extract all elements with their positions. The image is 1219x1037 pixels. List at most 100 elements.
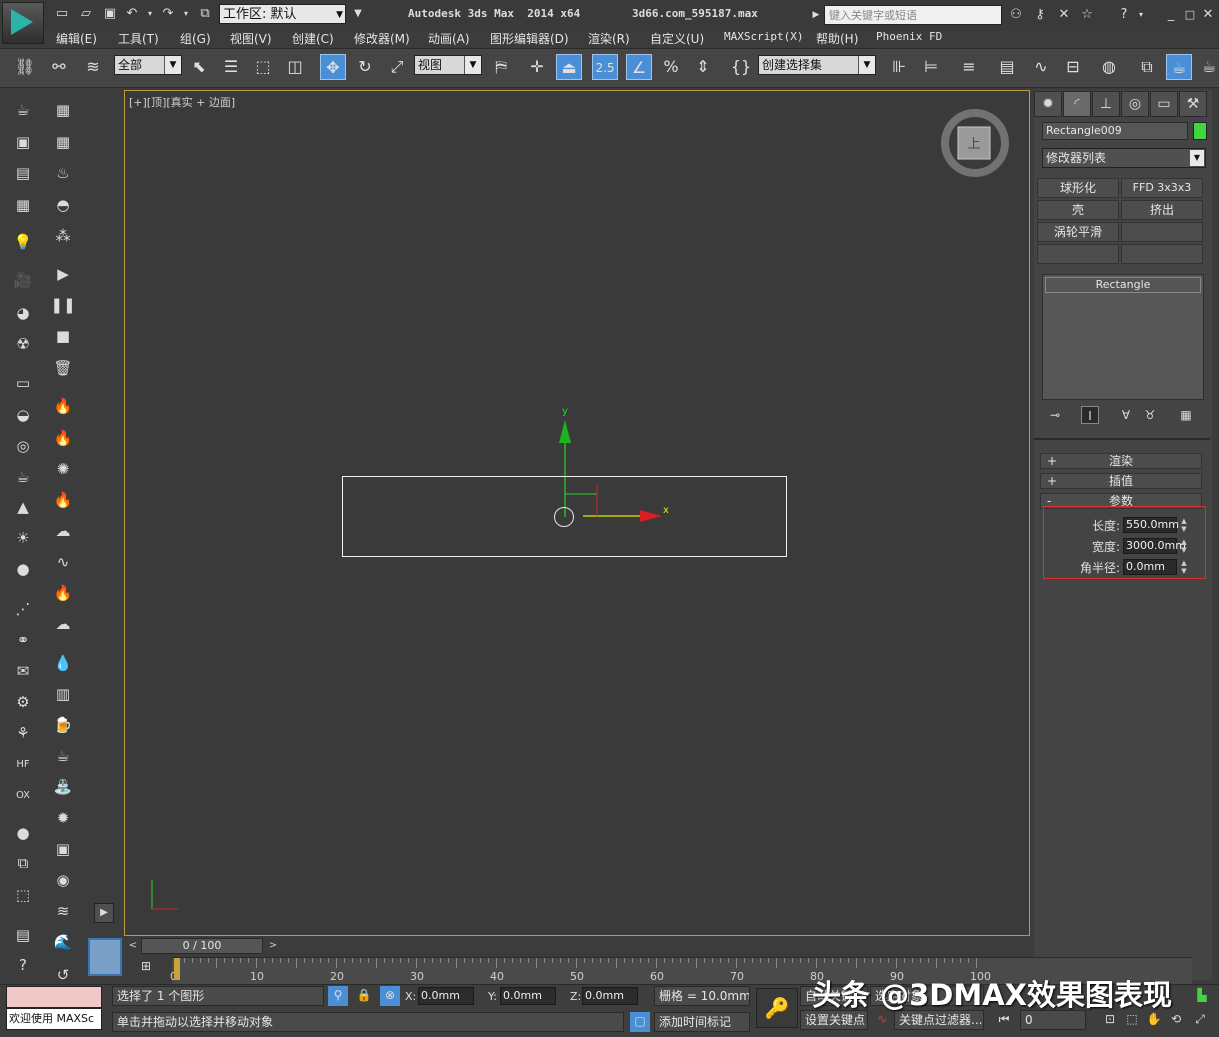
timeline-tick	[880, 958, 881, 963]
set-key-icon[interactable]: 🔑	[756, 988, 798, 1028]
chevron-down-icon: ▼	[1190, 150, 1204, 166]
timeline-tick	[344, 958, 345, 963]
timeline-tick	[928, 958, 929, 963]
timeline-tick	[264, 958, 265, 963]
timeline-tick	[560, 958, 561, 963]
z-coordinate-input[interactable]: 0.0mm	[582, 987, 638, 1005]
modifier-button-extrude[interactable]: 挤出	[1121, 200, 1203, 220]
modifier-button-spherify[interactable]: 球形化	[1037, 178, 1119, 198]
modifier-button-ffd[interactable]: FFD 3x3x3	[1121, 178, 1203, 198]
timeline-tick-label: 30	[410, 970, 424, 983]
display-tab-icon[interactable]: ▭	[1150, 91, 1178, 117]
modifier-button-empty[interactable]	[1121, 244, 1203, 264]
timeline-tick	[360, 958, 361, 963]
timeline-tick	[776, 958, 777, 968]
modifier-button-turbosmooth[interactable]: 涡轮平滑	[1037, 222, 1119, 242]
time-marker[interactable]	[174, 958, 180, 980]
timeline-tick	[664, 958, 665, 963]
timeline-tick	[496, 958, 497, 968]
corner-radius-spinner-icon[interactable]: ▲ ▼	[1179, 559, 1189, 575]
timeline-tick	[864, 958, 865, 963]
timeline-tick	[712, 958, 713, 963]
motion-tab-icon[interactable]: ◎	[1121, 91, 1149, 117]
modifier-button-empty[interactable]	[1037, 244, 1119, 264]
modifier-button-empty[interactable]	[1121, 222, 1203, 242]
3dsmax-logo-icon	[11, 9, 33, 35]
lock-selection-icon[interactable]: 🔒	[354, 986, 374, 1006]
timeline-tick-label: 60	[650, 970, 664, 983]
timeline-tick	[728, 958, 729, 963]
timeline-tick	[312, 958, 313, 963]
make-unique-icon[interactable]: ∀	[1117, 406, 1135, 424]
time-slider-prev-icon[interactable]: <	[126, 938, 140, 954]
timeline-tick	[616, 958, 617, 968]
x-label: X:	[405, 990, 417, 1003]
pin-stack-icon[interactable]: ⊸	[1046, 406, 1064, 424]
hierarchy-tab-icon[interactable]: ⊥	[1092, 91, 1120, 117]
app-menu-button[interactable]	[2, 2, 44, 44]
y-coordinate-input[interactable]: 0.0mm	[500, 987, 556, 1005]
length-input[interactable]: 550.0mm	[1123, 517, 1179, 533]
rollout-rendering[interactable]: + 渲染	[1040, 453, 1202, 469]
rollout-interpolation[interactable]: + 插值	[1040, 473, 1202, 489]
width-label: 宽度:	[1091, 540, 1120, 554]
modifier-button-shell[interactable]: 壳	[1037, 200, 1119, 220]
viewport-play-icon[interactable]: ▶	[94, 903, 114, 923]
corner-radius-input[interactable]: 0.0mm	[1123, 559, 1177, 575]
timeline-tick	[408, 958, 409, 963]
object-color-swatch[interactable]	[1193, 122, 1207, 140]
timeline-tick	[416, 958, 417, 968]
timeline-tick-label: 40	[490, 970, 504, 983]
width-input[interactable]: 3000.0mm	[1123, 538, 1186, 554]
show-end-result-icon[interactable]: I	[1081, 406, 1099, 424]
timeline-tick	[584, 958, 585, 963]
timeline-tick	[536, 958, 537, 968]
x-coordinate-input[interactable]: 0.0mm	[418, 987, 474, 1005]
add-time-tag[interactable]: 添加时间标记	[654, 1012, 750, 1032]
timeline-tick	[704, 958, 705, 963]
width-spinner-icon[interactable]: ▲ ▼	[1179, 538, 1189, 554]
create-tab-icon[interactable]: ✹	[1034, 91, 1062, 117]
maxscript-mini-listener[interactable]: 欢迎使用 MAXSc	[6, 1008, 102, 1030]
timeline-tick	[184, 958, 185, 963]
corner-radius-label: 角半径:	[1079, 561, 1120, 575]
utilities-tab-icon[interactable]: ⚒	[1179, 91, 1207, 117]
timeline-tick	[504, 958, 505, 963]
timeline-tick	[640, 958, 641, 963]
track-bar-icon[interactable]: ⊞	[136, 959, 156, 979]
maxscript-listener[interactable]	[6, 986, 102, 1008]
timeline-tick	[816, 958, 817, 968]
configure-modifier-sets-icon[interactable]: ▦	[1177, 406, 1195, 424]
modifier-stack[interactable]: Rectangle	[1042, 274, 1204, 400]
timeline-tick	[272, 958, 273, 963]
stack-item-rectangle[interactable]: Rectangle	[1045, 277, 1201, 293]
timeline-tick	[376, 958, 377, 968]
timeline-tick	[936, 958, 937, 968]
timeline-tick	[824, 958, 825, 963]
time-tag-icon[interactable]: ▢	[630, 1012, 650, 1032]
maximize-viewport-icon[interactable]: ⤢	[1190, 1010, 1210, 1030]
timeline-tick	[392, 958, 393, 963]
modifier-list-label: 修改器列表	[1046, 151, 1107, 165]
length-spinner-icon[interactable]: ▲ ▼	[1179, 517, 1189, 533]
absolute-mode-icon[interactable]: ⊗	[380, 986, 400, 1006]
timeline-tick	[952, 958, 953, 963]
prompt-line: 单击并拖动以选择并移动对象	[112, 1012, 624, 1032]
modifier-list-dropdown[interactable]: 修改器列表 ▼	[1042, 148, 1206, 168]
remove-modifier-icon[interactable]: ♉	[1141, 406, 1159, 424]
time-slider-next-icon[interactable]: >	[266, 938, 280, 954]
object-name-field[interactable]: Rectangle009	[1042, 122, 1188, 140]
timeline-tick	[440, 958, 441, 963]
timeline-tick	[680, 958, 681, 963]
timeline-tick	[400, 958, 401, 963]
timeline-tick	[600, 958, 601, 963]
viewcube-face-label: 上	[967, 137, 980, 152]
time-slider[interactable]: 0 / 100	[141, 938, 263, 954]
timeline-tick	[744, 958, 745, 963]
isolate-selection-icon[interactable]: ⚲	[328, 986, 348, 1006]
modify-tab-icon[interactable]: ◜	[1063, 91, 1091, 117]
timeline-tick	[528, 958, 529, 963]
timeline-tick-label: 70	[730, 970, 744, 983]
timeline-tick	[968, 958, 969, 963]
timeline-tick	[896, 958, 897, 968]
